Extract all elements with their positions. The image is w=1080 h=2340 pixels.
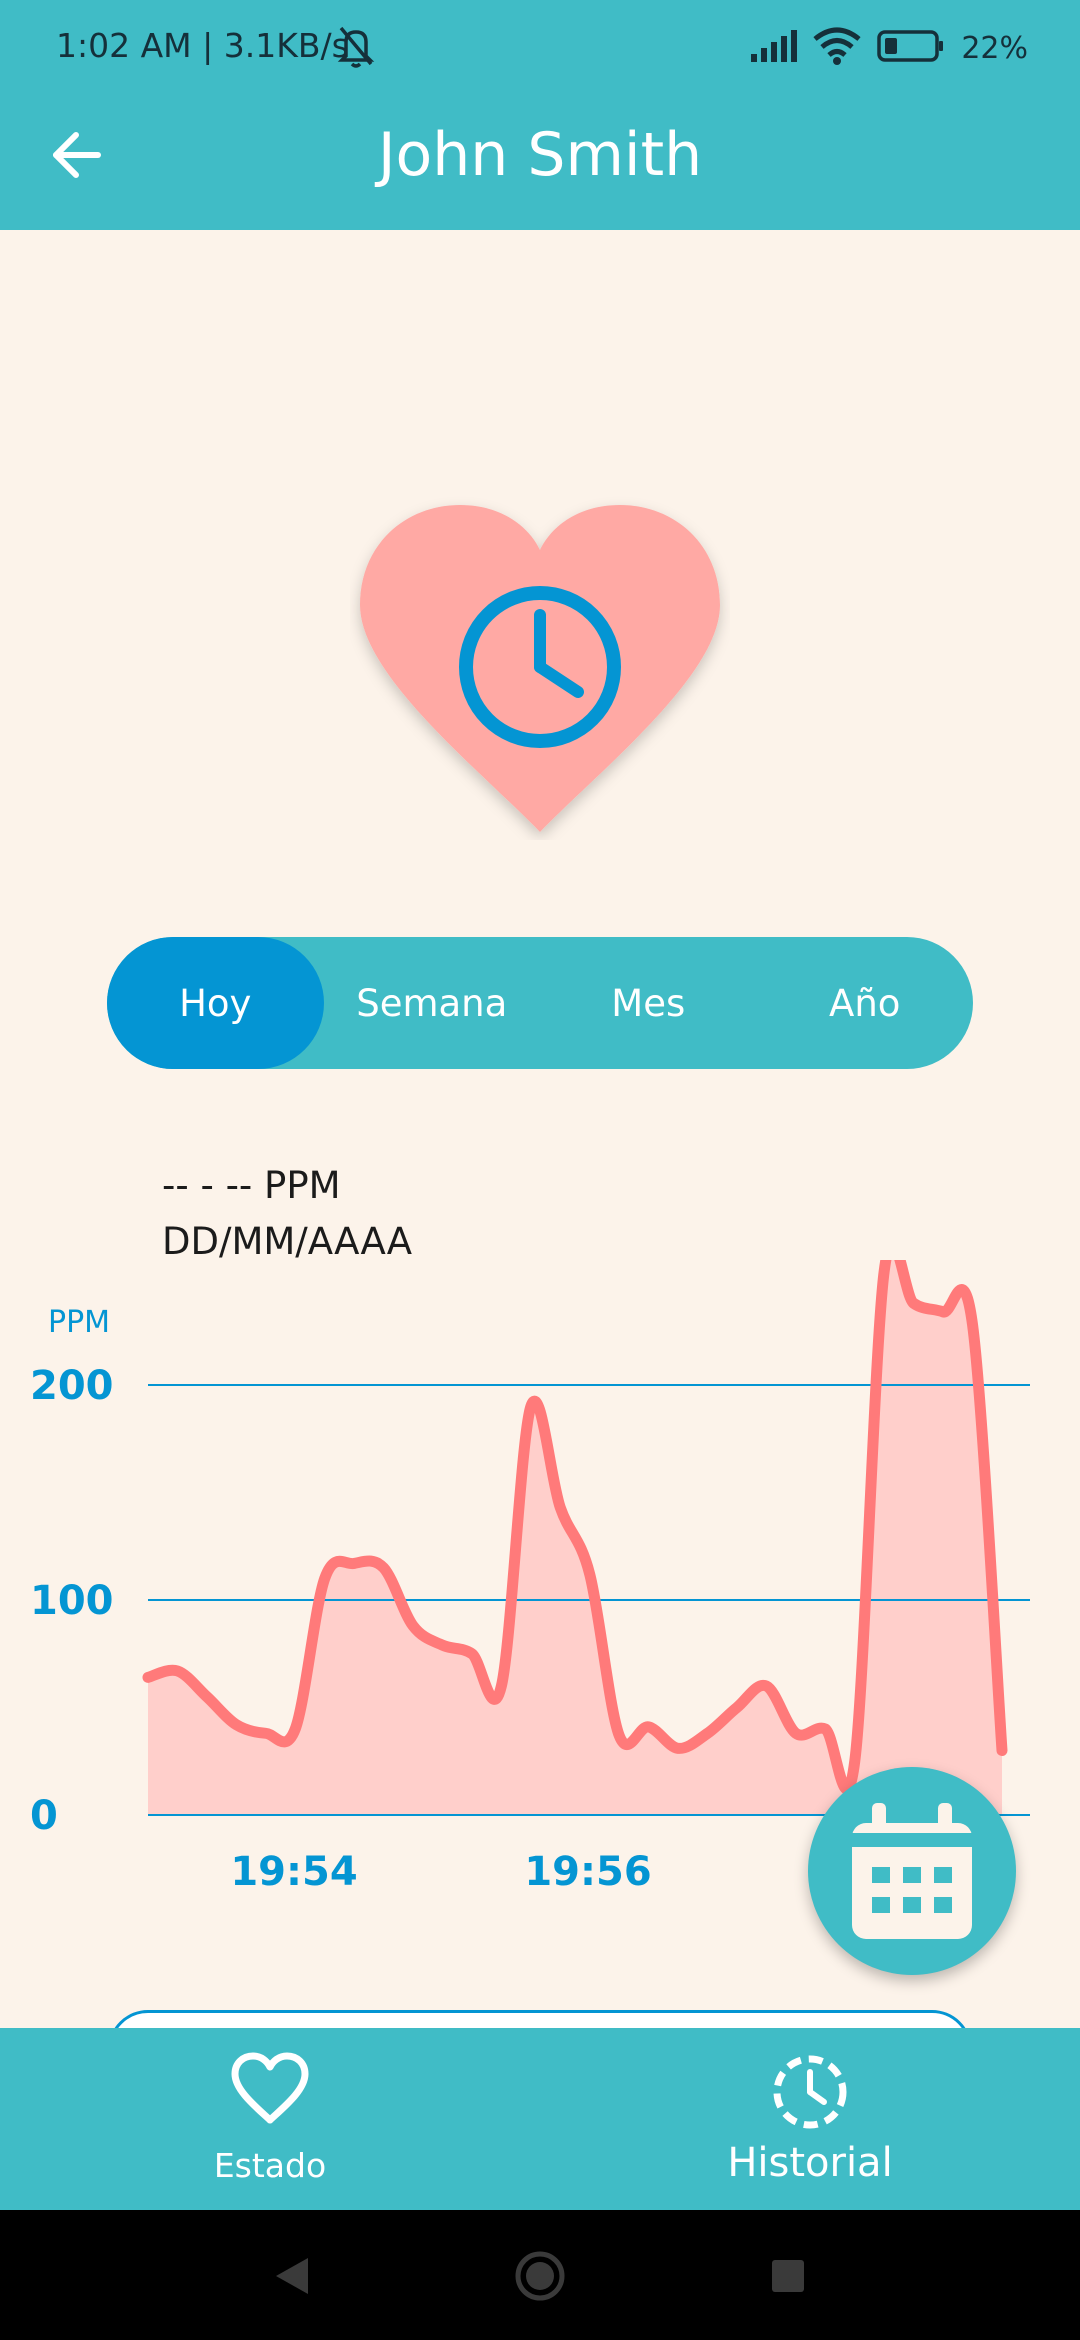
system-home-button[interactable] <box>514 2250 566 2302</box>
heart-outline-icon <box>231 2052 309 2124</box>
square-recents-icon <box>772 2260 804 2292</box>
chart-y-axis-label: PPM <box>48 1305 110 1340</box>
wifi-icon <box>813 27 861 70</box>
heart-clock-icon <box>350 495 730 840</box>
nav-historial[interactable]: Historial <box>540 2028 1080 2210</box>
bell-off-icon <box>336 24 376 73</box>
history-clock-icon <box>773 2055 847 2129</box>
tab-hoy[interactable]: Hoy <box>107 937 324 1069</box>
calendar-icon <box>852 1803 972 1939</box>
nav-historial-label: Historial <box>727 2140 893 2186</box>
tab-ano[interactable]: Año <box>757 937 974 1069</box>
period-tabs: Hoy Semana Mes Año <box>107 937 973 1069</box>
page-title: John Smith <box>377 120 703 190</box>
battery-percent: 22% <box>961 30 1028 66</box>
tab-semana[interactable]: Semana <box>324 937 541 1069</box>
reading-value: -- - -- PPM <box>162 1164 341 1207</box>
chart-x-tick-label: 19:56 <box>524 1849 651 1895</box>
chart-y-tick-label: 100 <box>30 1578 114 1624</box>
nav-estado-label: Estado <box>213 2146 327 2185</box>
bottom-nav: Estado Historial <box>0 2028 1080 2210</box>
app-bar: John Smith <box>0 96 1080 230</box>
triangle-back-icon <box>276 2258 308 2294</box>
tab-mes[interactable]: Mes <box>540 937 757 1069</box>
system-back-button[interactable] <box>266 2250 318 2302</box>
chart-y-tick-label: 200 <box>30 1363 114 1409</box>
reading-box: -- - -- PPM DD/MM/AAAA <box>162 1158 412 1270</box>
nav-estado[interactable]: Estado <box>0 2028 540 2210</box>
system-recents-button[interactable] <box>762 2250 814 2302</box>
chart-x-tick-label: 19:54 <box>230 1849 357 1895</box>
signal-icon <box>749 28 798 69</box>
status-time: 1:02 AM | 3.1KB/s <box>56 26 349 65</box>
battery-icon <box>877 29 945 68</box>
calendar-button[interactable] <box>808 1767 1016 1975</box>
system-nav-bar <box>0 2210 1080 2340</box>
chart-y-tick-label: 0 <box>30 1793 58 1839</box>
circle-home-icon <box>515 2251 565 2301</box>
status-bar: 1:02 AM | 3.1KB/s 22% <box>0 0 1080 96</box>
